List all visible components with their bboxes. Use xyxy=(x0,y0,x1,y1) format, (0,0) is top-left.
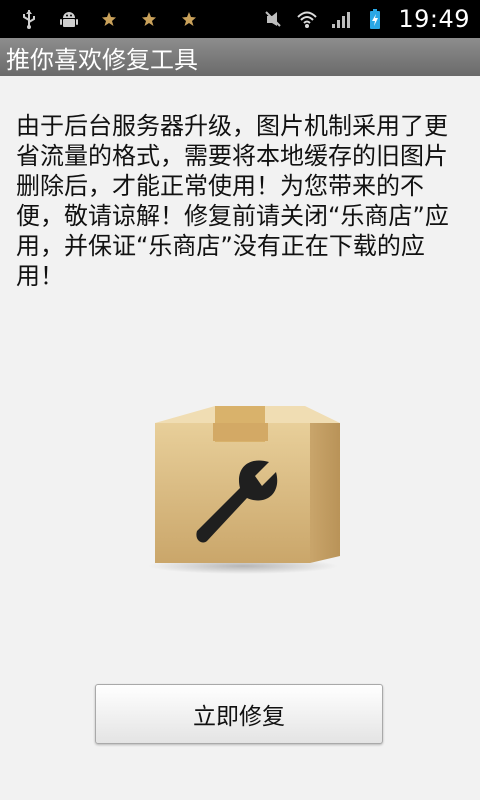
star-icon xyxy=(182,12,196,26)
status-right-icons: 19:49 xyxy=(262,5,480,33)
status-bar: 19:49 xyxy=(0,0,480,38)
mute-icon xyxy=(265,11,282,27)
status-time: 19:49 xyxy=(398,5,470,33)
star-icon xyxy=(142,12,156,26)
usb-icon xyxy=(23,10,35,29)
wifi-icon xyxy=(297,11,318,28)
page-title: 推你喜欢修复工具 xyxy=(6,45,198,74)
title-bar: 推你喜欢修复工具 xyxy=(0,38,480,76)
status-left-icons xyxy=(0,8,200,30)
star-icon xyxy=(102,12,116,26)
battery-charging-icon xyxy=(370,9,381,29)
main-content: 由于后台服务器升级，图片机制采用了更省流量的格式，需要将本地缓存的旧图片删除后，… xyxy=(0,76,480,800)
toolbox-wrench-icon xyxy=(148,406,340,574)
android-debug-icon xyxy=(60,12,78,27)
notice-message: 由于后台服务器升级，图片机制采用了更省流量的格式，需要将本地缓存的旧图片删除后，… xyxy=(16,112,449,290)
signal-icon xyxy=(332,12,351,28)
repair-now-button[interactable]: 立即修复 xyxy=(95,684,383,744)
